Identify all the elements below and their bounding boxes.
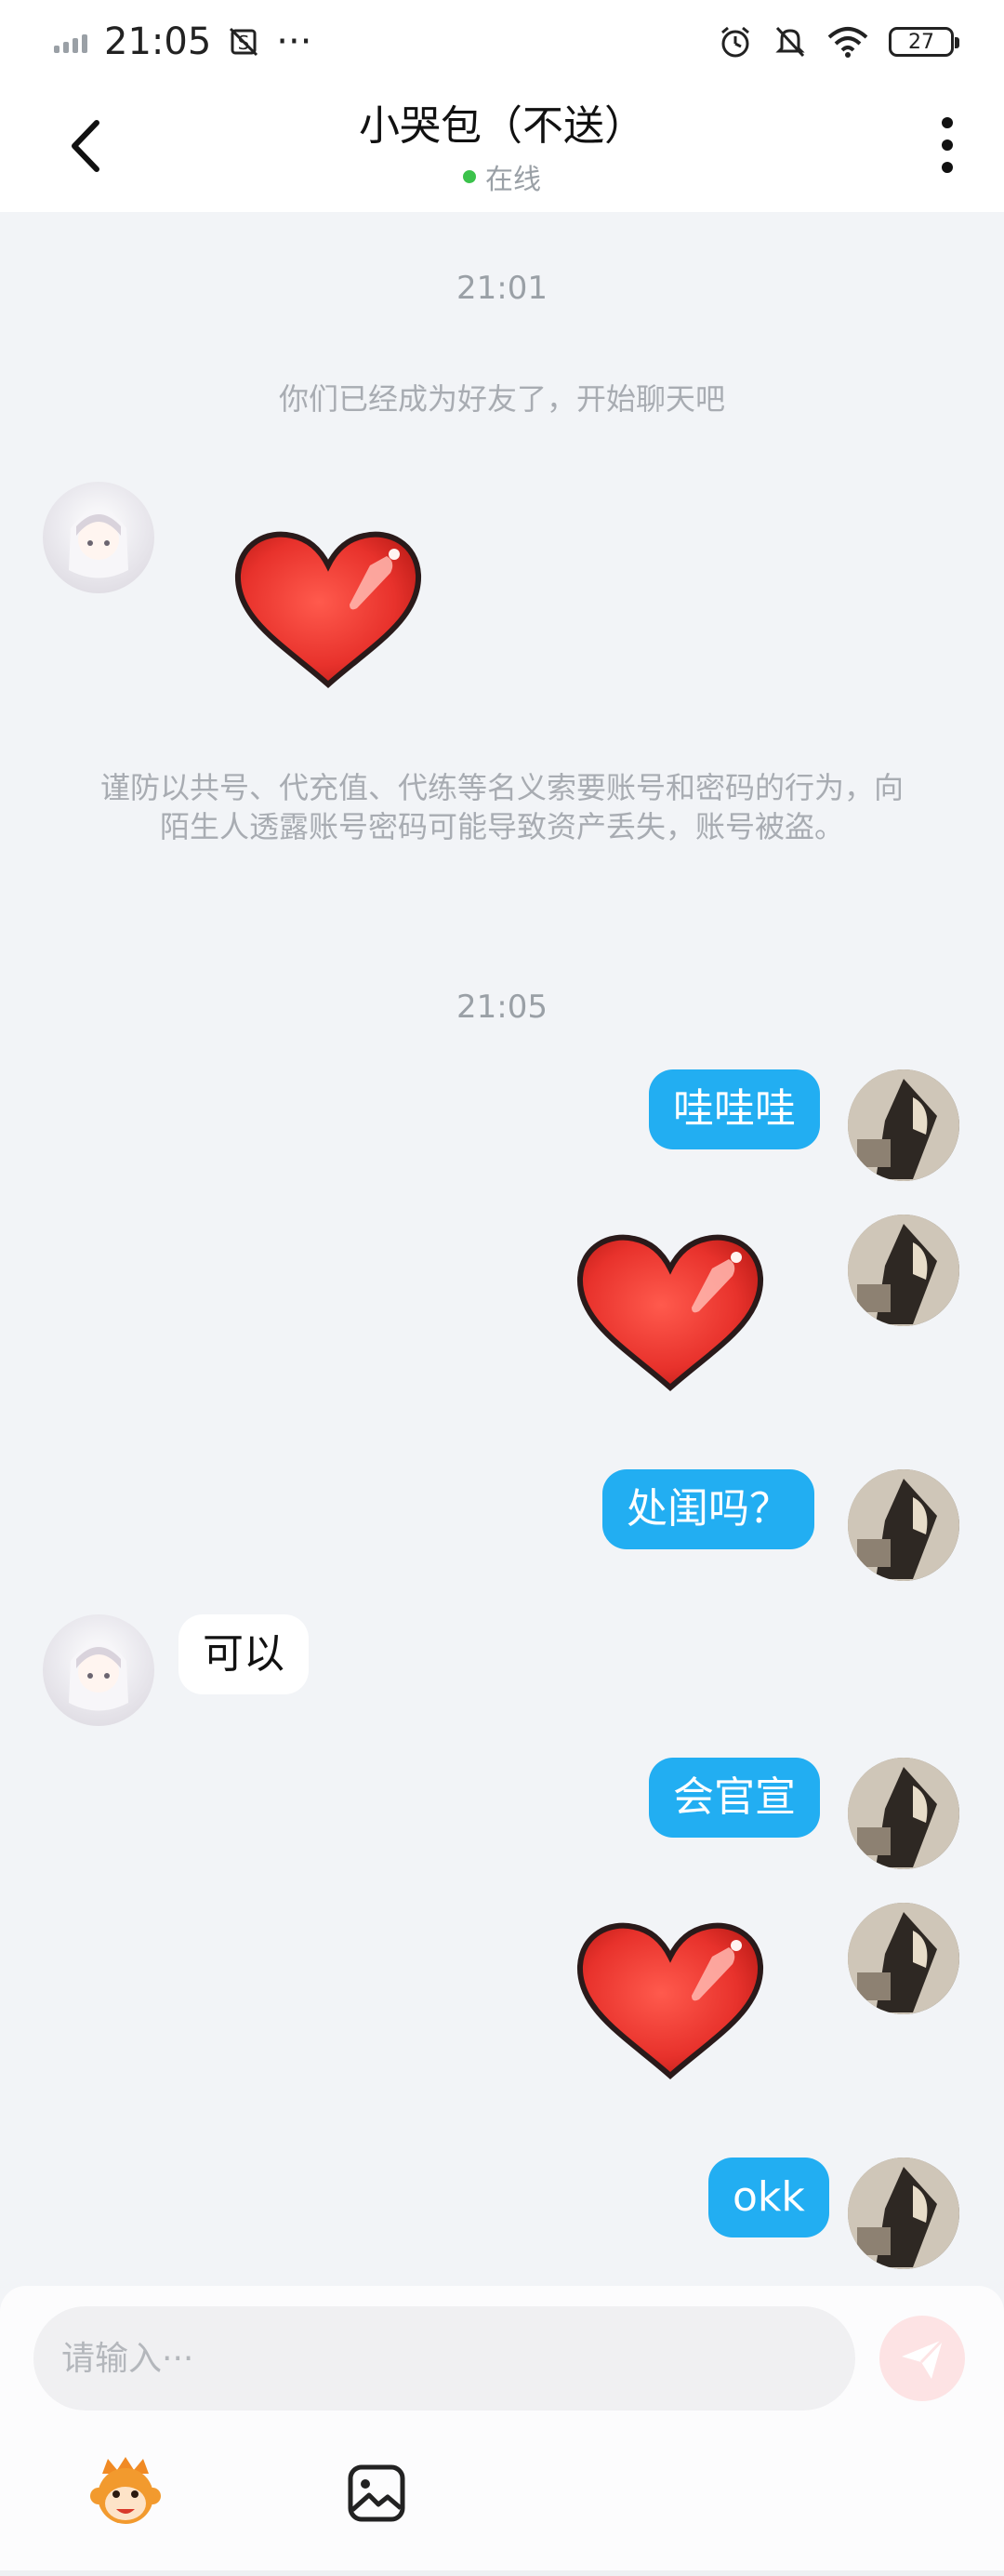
friend-avatar[interactable] [43, 482, 154, 593]
my-avatar[interactable] [848, 1469, 959, 1581]
message-bubble-out[interactable]: 处闺吗？ [602, 1469, 814, 1549]
input-bar [0, 2286, 1004, 2576]
page-title: 小哭包（不送） [359, 102, 645, 150]
online-dot-icon [463, 170, 476, 183]
my-avatar[interactable] [848, 1069, 959, 1181]
my-avatar[interactable] [848, 1903, 959, 2014]
mute-icon [775, 26, 805, 58]
my-avatar[interactable] [848, 2158, 959, 2269]
my-avatar[interactable] [848, 1215, 959, 1326]
battery-level: 27 [908, 30, 934, 54]
image-button[interactable] [337, 2453, 416, 2533]
message-bubble-in[interactable]: 可以 [178, 1614, 309, 1694]
online-status: 在线 [0, 156, 1004, 197]
heart-sticker[interactable] [573, 1229, 768, 1397]
message-bubble-out[interactable]: okk [708, 2158, 829, 2237]
system-message: 你们已经成为好友了，开始聊天吧 [278, 381, 725, 417]
friend-avatar[interactable] [43, 1614, 154, 1726]
timestamp: 21:05 [456, 989, 548, 1026]
image-icon [348, 2464, 405, 2522]
online-status-label: 在线 [485, 164, 541, 196]
heart-sticker[interactable] [231, 526, 426, 694]
alarm-icon [721, 26, 749, 58]
timestamp: 21:01 [456, 270, 548, 307]
chat-area[interactable]: 21:01 你们已经成为好友了，开始聊天吧 谨防以共号、代充值、代练等名义索要账… [0, 212, 1004, 2286]
my-avatar[interactable] [848, 1758, 959, 1869]
message-bubble-out[interactable]: 哇哇哇 [649, 1069, 820, 1149]
wifi-icon [827, 27, 868, 58]
warning-message: 谨防以共号、代充值、代练等名义索要账号和密码的行为，向陌生人透露账号密码可能导致… [99, 770, 904, 844]
emoji-button[interactable] [86, 2453, 165, 2533]
chat-header: 小哭包（不送） 在线 [0, 84, 1004, 212]
sync-off-icon: S [230, 27, 258, 57]
bottom-divider [0, 2570, 1004, 2576]
title-area: 小哭包（不送） 在线 [0, 99, 1004, 197]
status-more: ··· [276, 20, 312, 63]
more-options-icon[interactable] [939, 117, 956, 173]
status-time: 21:05 [104, 20, 212, 63]
battery-icon: 27 [889, 27, 959, 57]
status-bar: 21:05 S ··· 27 [0, 0, 1004, 84]
send-button[interactable] [879, 2316, 965, 2401]
send-icon [902, 2338, 945, 2379]
message-bubble-out[interactable]: 会官宣 [649, 1758, 820, 1838]
monkey-emoji-icon [90, 2457, 161, 2524]
signal-icon [54, 31, 87, 53]
heart-sticker[interactable] [573, 1918, 768, 2085]
message-input[interactable] [33, 2306, 855, 2410]
